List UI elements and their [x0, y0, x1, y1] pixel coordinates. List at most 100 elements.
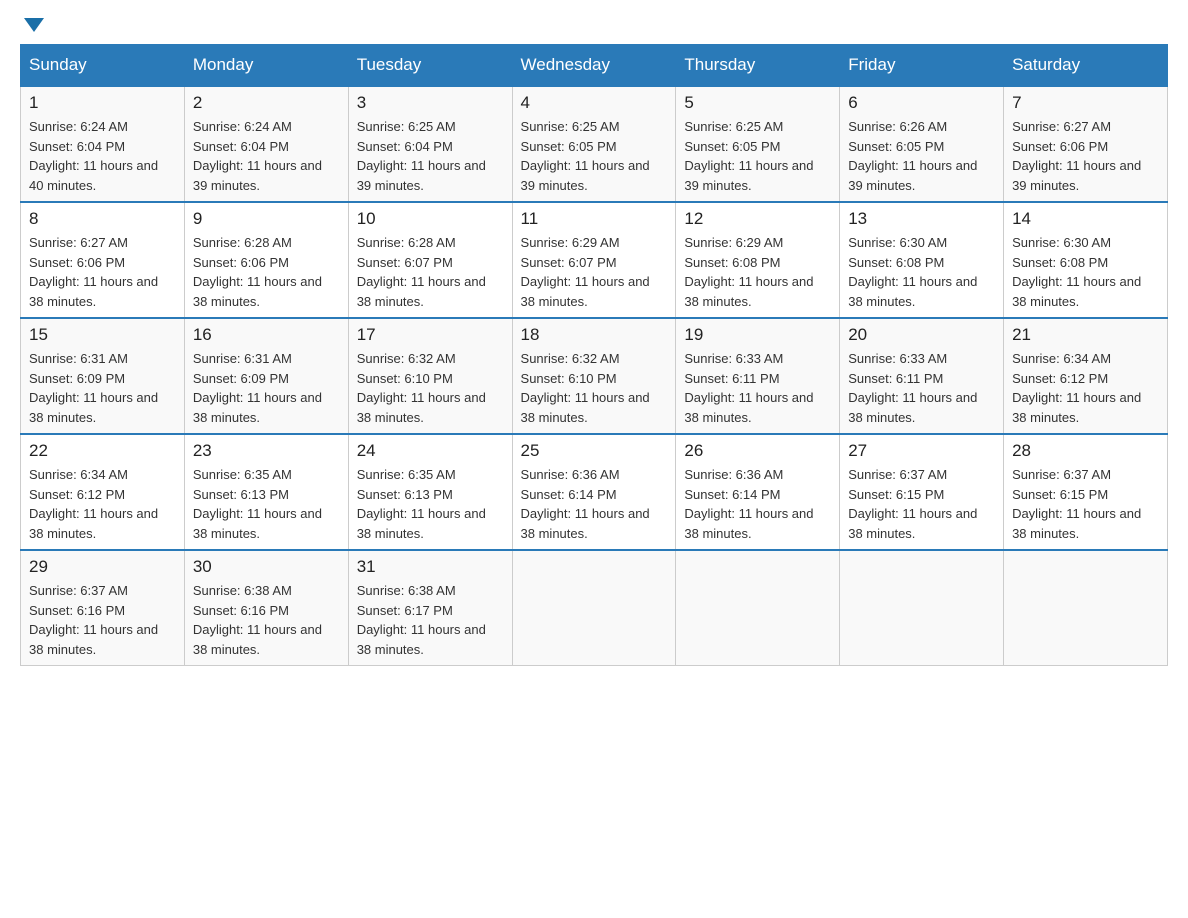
daylight-label: Daylight: 11 hours and 38 minutes. [1012, 506, 1141, 541]
sunset-label: Sunset: 6:11 PM [848, 371, 943, 386]
calendar-cell: 14 Sunrise: 6:30 AM Sunset: 6:08 PM Dayl… [1004, 202, 1168, 318]
daylight-label: Daylight: 11 hours and 38 minutes. [193, 274, 322, 309]
sunrise-label: Sunrise: 6:28 AM [357, 235, 456, 250]
sunrise-label: Sunrise: 6:29 AM [521, 235, 620, 250]
sunset-label: Sunset: 6:11 PM [684, 371, 779, 386]
calendar-cell [512, 550, 676, 666]
day-number: 2 [193, 93, 340, 113]
day-info: Sunrise: 6:34 AM Sunset: 6:12 PM Dayligh… [1012, 349, 1159, 427]
day-info: Sunrise: 6:35 AM Sunset: 6:13 PM Dayligh… [193, 465, 340, 543]
sunset-label: Sunset: 6:08 PM [1012, 255, 1108, 270]
day-number: 10 [357, 209, 504, 229]
calendar-header-row: SundayMondayTuesdayWednesdayThursdayFrid… [21, 45, 1168, 87]
daylight-label: Daylight: 11 hours and 38 minutes. [521, 390, 650, 425]
logo-triangle-icon [24, 18, 44, 32]
day-number: 5 [684, 93, 831, 113]
sunset-label: Sunset: 6:09 PM [29, 371, 125, 386]
calendar-cell: 28 Sunrise: 6:37 AM Sunset: 6:15 PM Dayl… [1004, 434, 1168, 550]
sunrise-label: Sunrise: 6:35 AM [193, 467, 292, 482]
day-number: 22 [29, 441, 176, 461]
calendar-cell: 2 Sunrise: 6:24 AM Sunset: 6:04 PM Dayli… [184, 86, 348, 202]
sunrise-label: Sunrise: 6:32 AM [521, 351, 620, 366]
header-thursday: Thursday [676, 45, 840, 87]
day-number: 7 [1012, 93, 1159, 113]
calendar-cell: 27 Sunrise: 6:37 AM Sunset: 6:15 PM Dayl… [840, 434, 1004, 550]
sunset-label: Sunset: 6:06 PM [193, 255, 289, 270]
sunrise-label: Sunrise: 6:25 AM [357, 119, 456, 134]
day-number: 20 [848, 325, 995, 345]
day-info: Sunrise: 6:37 AM Sunset: 6:16 PM Dayligh… [29, 581, 176, 659]
daylight-label: Daylight: 11 hours and 38 minutes. [29, 274, 158, 309]
sunset-label: Sunset: 6:06 PM [29, 255, 125, 270]
calendar-cell: 11 Sunrise: 6:29 AM Sunset: 6:07 PM Dayl… [512, 202, 676, 318]
day-number: 6 [848, 93, 995, 113]
calendar-cell: 21 Sunrise: 6:34 AM Sunset: 6:12 PM Dayl… [1004, 318, 1168, 434]
sunset-label: Sunset: 6:08 PM [848, 255, 944, 270]
day-info: Sunrise: 6:24 AM Sunset: 6:04 PM Dayligh… [193, 117, 340, 195]
day-info: Sunrise: 6:28 AM Sunset: 6:06 PM Dayligh… [193, 233, 340, 311]
day-info: Sunrise: 6:25 AM Sunset: 6:05 PM Dayligh… [684, 117, 831, 195]
sunset-label: Sunset: 6:08 PM [684, 255, 780, 270]
sunrise-label: Sunrise: 6:31 AM [29, 351, 128, 366]
calendar-cell: 31 Sunrise: 6:38 AM Sunset: 6:17 PM Dayl… [348, 550, 512, 666]
header-friday: Friday [840, 45, 1004, 87]
day-info: Sunrise: 6:25 AM Sunset: 6:04 PM Dayligh… [357, 117, 504, 195]
daylight-label: Daylight: 11 hours and 38 minutes. [357, 506, 486, 541]
page-header [20, 20, 1168, 34]
day-info: Sunrise: 6:33 AM Sunset: 6:11 PM Dayligh… [848, 349, 995, 427]
sunrise-label: Sunrise: 6:30 AM [1012, 235, 1111, 250]
sunrise-label: Sunrise: 6:36 AM [521, 467, 620, 482]
sunset-label: Sunset: 6:13 PM [357, 487, 453, 502]
sunrise-label: Sunrise: 6:35 AM [357, 467, 456, 482]
calendar-cell [840, 550, 1004, 666]
daylight-label: Daylight: 11 hours and 38 minutes. [193, 622, 322, 657]
daylight-label: Daylight: 11 hours and 38 minutes. [193, 390, 322, 425]
day-number: 11 [521, 209, 668, 229]
day-number: 29 [29, 557, 176, 577]
calendar-cell: 1 Sunrise: 6:24 AM Sunset: 6:04 PM Dayli… [21, 86, 185, 202]
sunrise-label: Sunrise: 6:37 AM [29, 583, 128, 598]
day-number: 13 [848, 209, 995, 229]
day-number: 9 [193, 209, 340, 229]
sunset-label: Sunset: 6:04 PM [193, 139, 289, 154]
day-info: Sunrise: 6:36 AM Sunset: 6:14 PM Dayligh… [521, 465, 668, 543]
sunset-label: Sunset: 6:12 PM [29, 487, 125, 502]
header-saturday: Saturday [1004, 45, 1168, 87]
sunrise-label: Sunrise: 6:37 AM [848, 467, 947, 482]
daylight-label: Daylight: 11 hours and 38 minutes. [521, 274, 650, 309]
daylight-label: Daylight: 11 hours and 39 minutes. [1012, 158, 1141, 193]
sunrise-label: Sunrise: 6:31 AM [193, 351, 292, 366]
day-number: 3 [357, 93, 504, 113]
sunset-label: Sunset: 6:04 PM [29, 139, 125, 154]
daylight-label: Daylight: 11 hours and 38 minutes. [848, 390, 977, 425]
sunset-label: Sunset: 6:14 PM [684, 487, 780, 502]
day-info: Sunrise: 6:31 AM Sunset: 6:09 PM Dayligh… [193, 349, 340, 427]
calendar-cell: 13 Sunrise: 6:30 AM Sunset: 6:08 PM Dayl… [840, 202, 1004, 318]
sunset-label: Sunset: 6:16 PM [29, 603, 125, 618]
sunset-label: Sunset: 6:15 PM [1012, 487, 1108, 502]
calendar-cell: 16 Sunrise: 6:31 AM Sunset: 6:09 PM Dayl… [184, 318, 348, 434]
day-info: Sunrise: 6:29 AM Sunset: 6:08 PM Dayligh… [684, 233, 831, 311]
day-number: 31 [357, 557, 504, 577]
sunset-label: Sunset: 6:14 PM [521, 487, 617, 502]
sunrise-label: Sunrise: 6:33 AM [848, 351, 947, 366]
sunset-label: Sunset: 6:07 PM [357, 255, 453, 270]
day-number: 21 [1012, 325, 1159, 345]
daylight-label: Daylight: 11 hours and 38 minutes. [29, 390, 158, 425]
daylight-label: Daylight: 11 hours and 38 minutes. [1012, 274, 1141, 309]
calendar-cell: 22 Sunrise: 6:34 AM Sunset: 6:12 PM Dayl… [21, 434, 185, 550]
day-number: 15 [29, 325, 176, 345]
day-info: Sunrise: 6:37 AM Sunset: 6:15 PM Dayligh… [848, 465, 995, 543]
sunset-label: Sunset: 6:15 PM [848, 487, 944, 502]
day-info: Sunrise: 6:25 AM Sunset: 6:05 PM Dayligh… [521, 117, 668, 195]
calendar-week-3: 15 Sunrise: 6:31 AM Sunset: 6:09 PM Dayl… [21, 318, 1168, 434]
daylight-label: Daylight: 11 hours and 38 minutes. [848, 274, 977, 309]
day-number: 24 [357, 441, 504, 461]
sunrise-label: Sunrise: 6:30 AM [848, 235, 947, 250]
calendar-cell: 20 Sunrise: 6:33 AM Sunset: 6:11 PM Dayl… [840, 318, 1004, 434]
day-number: 25 [521, 441, 668, 461]
calendar-cell [676, 550, 840, 666]
day-info: Sunrise: 6:36 AM Sunset: 6:14 PM Dayligh… [684, 465, 831, 543]
sunrise-label: Sunrise: 6:24 AM [193, 119, 292, 134]
day-number: 30 [193, 557, 340, 577]
